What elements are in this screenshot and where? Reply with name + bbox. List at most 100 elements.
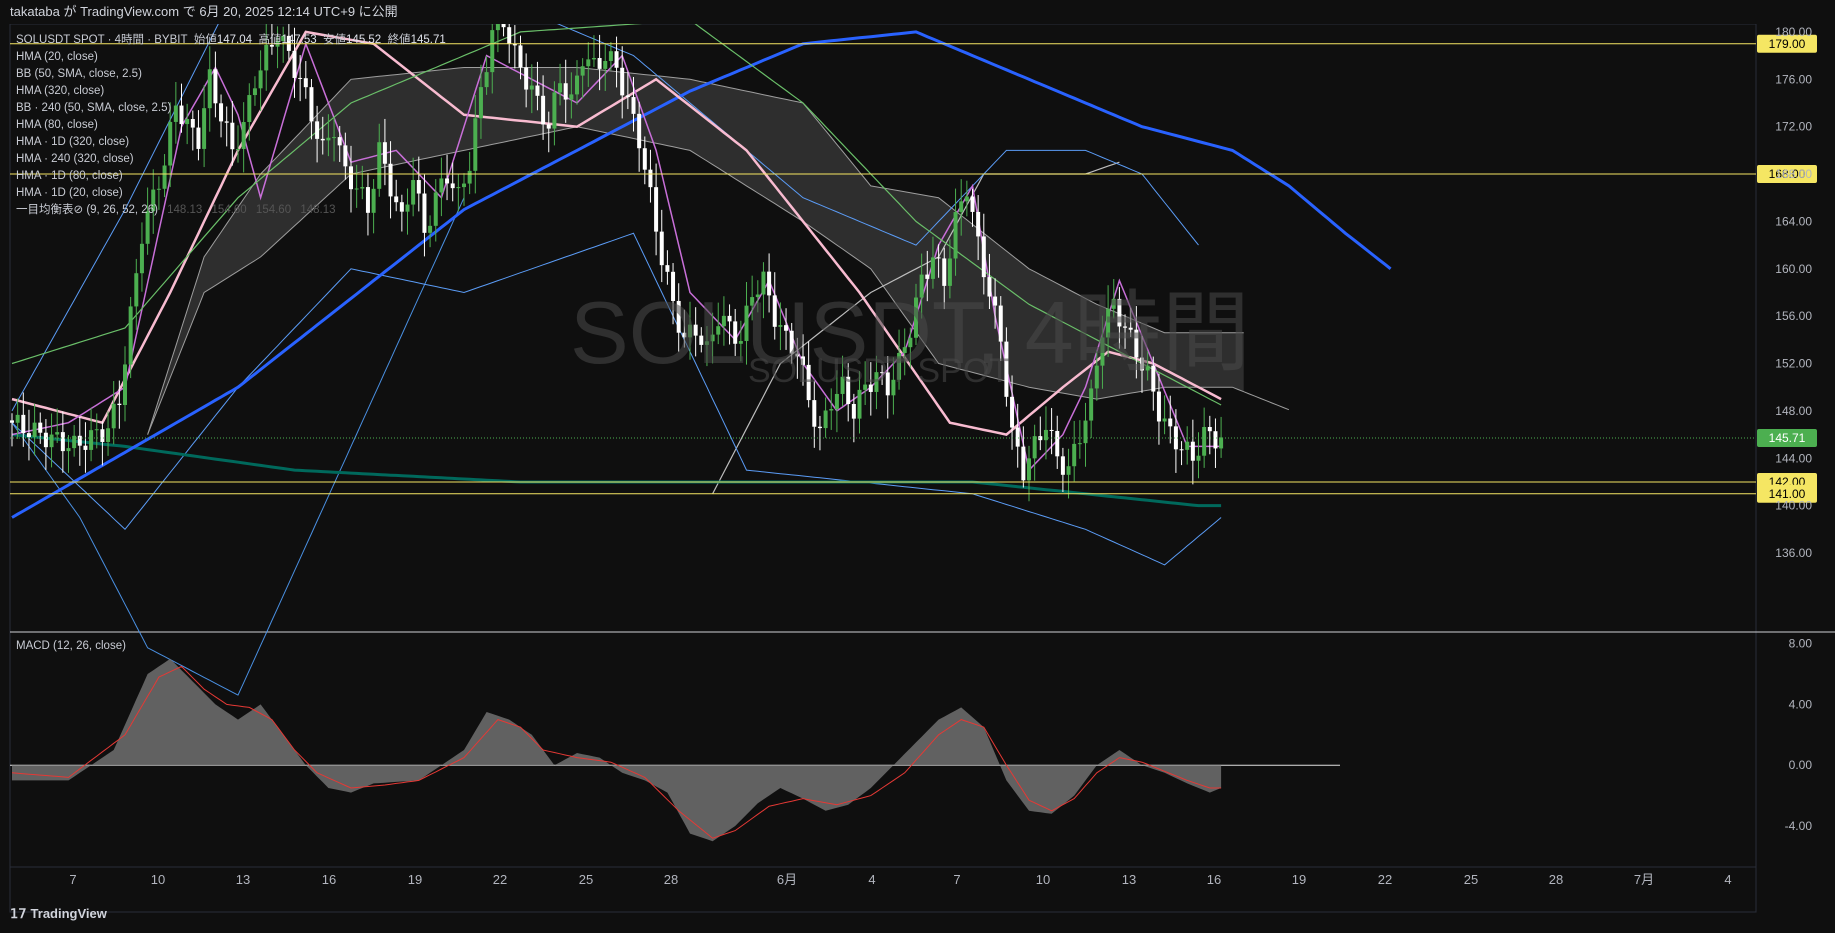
candle-body	[659, 231, 664, 266]
candle-body	[1066, 466, 1071, 475]
legend-indicator[interactable]: BB (50, SMA, close, 2.5)	[16, 66, 446, 83]
candle-body	[139, 243, 144, 274]
candle-body	[106, 428, 111, 442]
candle-body	[1043, 429, 1048, 441]
legend-indicator[interactable]: HMA · 1D (320, close)	[16, 134, 446, 151]
price-tick-label: 176.00	[1775, 72, 1812, 86]
time-tick-label: 22	[493, 872, 507, 887]
candle-body	[484, 72, 489, 88]
candle-body	[563, 83, 568, 100]
candle-body	[1038, 436, 1043, 441]
price-tick-label: 152.00	[1775, 357, 1812, 371]
candle-body	[1060, 456, 1065, 475]
legend-indicator[interactable]: HMA (20, close)	[16, 49, 446, 66]
candle-body	[462, 183, 466, 188]
legend-ichimoku-value: 148.13	[167, 204, 203, 216]
candle-body	[15, 414, 20, 423]
candle-body	[77, 435, 82, 446]
legend-high: 147.53	[281, 34, 317, 46]
candle-body	[541, 95, 546, 125]
macd-legend[interactable]: MACD (12, 26, close)	[16, 640, 126, 652]
candle-body	[1219, 437, 1224, 449]
candle-body	[49, 434, 54, 448]
candle-body	[456, 187, 461, 189]
time-tick-label: 16	[1207, 872, 1221, 887]
candle-body	[597, 58, 602, 69]
legend-indicator[interactable]: HMA (80, close)	[16, 117, 446, 134]
candle-body	[586, 59, 591, 67]
candle-body	[1190, 441, 1195, 461]
candle-body	[467, 170, 472, 184]
legend-header[interactable]: SOLUSDT SPOT · 4時間 · BYBIT 始値147.04 高値14…	[16, 32, 446, 49]
time-tick-label: 25	[579, 872, 593, 887]
time-tick-label: 7	[953, 872, 960, 887]
candle-body	[953, 212, 958, 259]
candle-body	[66, 448, 71, 452]
candle-body	[1021, 446, 1026, 481]
candle-body	[812, 400, 817, 427]
time-tick-label: 25	[1464, 872, 1478, 887]
legend-indicator[interactable]: HMA · 240 (320, close)	[16, 151, 446, 168]
candle-body	[1213, 431, 1218, 449]
price-tick-label: 148.00	[1775, 404, 1812, 418]
legend-indicator[interactable]: BB · 240 (50, SMA, close, 2.5)	[16, 100, 446, 117]
candle-body	[936, 257, 941, 259]
candle-body	[1055, 430, 1060, 457]
legend-open: 147.04	[216, 34, 253, 46]
time-tick-label: 7月	[1634, 872, 1654, 887]
legend-close-label: 終値	[387, 34, 411, 46]
chart-legend: SOLUSDT SPOT · 4時間 · BYBIT 始値147.04 高値14…	[16, 32, 446, 219]
price-tick-label: 172.00	[1775, 120, 1812, 134]
candle-body	[1202, 426, 1207, 456]
macd-tick-label: 0.00	[1789, 758, 1813, 772]
price-tick-label: 180.00	[1775, 25, 1812, 39]
candle-body	[642, 148, 647, 170]
candle-body	[450, 183, 455, 189]
legend-indicator[interactable]: HMA · 1D (80, close)	[16, 168, 446, 185]
candle-body	[518, 45, 523, 68]
candle-body	[569, 94, 574, 100]
candle-body	[1185, 441, 1190, 450]
candle-body	[1168, 418, 1173, 427]
candle-body	[1083, 420, 1088, 444]
candle-body	[546, 124, 551, 129]
price-tick-label: 164.00	[1775, 214, 1812, 228]
legend-indicator[interactable]: HMA · 1D (20, close)	[16, 185, 446, 202]
candle-body	[490, 30, 495, 73]
candle-body	[1077, 443, 1082, 445]
tradingview-footer[interactable]: 𝟣𝟩 TradingView	[10, 906, 107, 922]
candle-body	[72, 435, 77, 449]
candle-body	[1207, 426, 1212, 432]
candle-body	[1027, 458, 1031, 481]
candle-body	[648, 169, 653, 188]
candle-body	[524, 67, 529, 90]
legend-ichimoku-label: 一目均衡表⊘ (9, 26, 52, 26)	[16, 204, 158, 216]
legend-ichimoku-value: 154.60	[211, 204, 247, 216]
time-tick-label: 10	[151, 872, 165, 887]
time-tick-label: 16	[322, 872, 336, 887]
tradingview-logo-icon: 𝟣𝟩	[10, 906, 27, 921]
legend-indicator[interactable]: HMA (320, close)	[16, 83, 446, 100]
time-tick-label: 4	[868, 872, 875, 887]
time-tick-label: 6月	[777, 872, 797, 887]
legend-ichimoku-value: 154.60	[255, 204, 292, 216]
legend-ichimoku[interactable]: 一目均衡表⊘ (9, 26, 52, 26) 148.13 154.60 154…	[16, 202, 446, 219]
time-tick-label: 28	[1549, 872, 1563, 887]
candle-body	[83, 445, 88, 450]
price-tick-label: 168.00	[1775, 167, 1812, 181]
time-tick-label: 13	[236, 872, 250, 887]
candle-body	[10, 420, 14, 423]
legend-high-label: 高値	[258, 34, 282, 46]
candle-body	[654, 187, 659, 232]
candle-body	[529, 85, 534, 90]
legend-open-label: 始値	[193, 34, 217, 46]
candle-body	[823, 410, 828, 429]
candle-body	[631, 97, 636, 114]
candle-body	[1089, 388, 1094, 421]
legend-symbol: SOLUSDT SPOT · 4時間 · BYBIT	[16, 34, 188, 46]
candle-body	[591, 58, 596, 60]
time-tick-label: 19	[408, 872, 422, 887]
candle-body	[608, 51, 613, 61]
candle-body	[1010, 396, 1015, 428]
candle-body	[134, 273, 139, 307]
